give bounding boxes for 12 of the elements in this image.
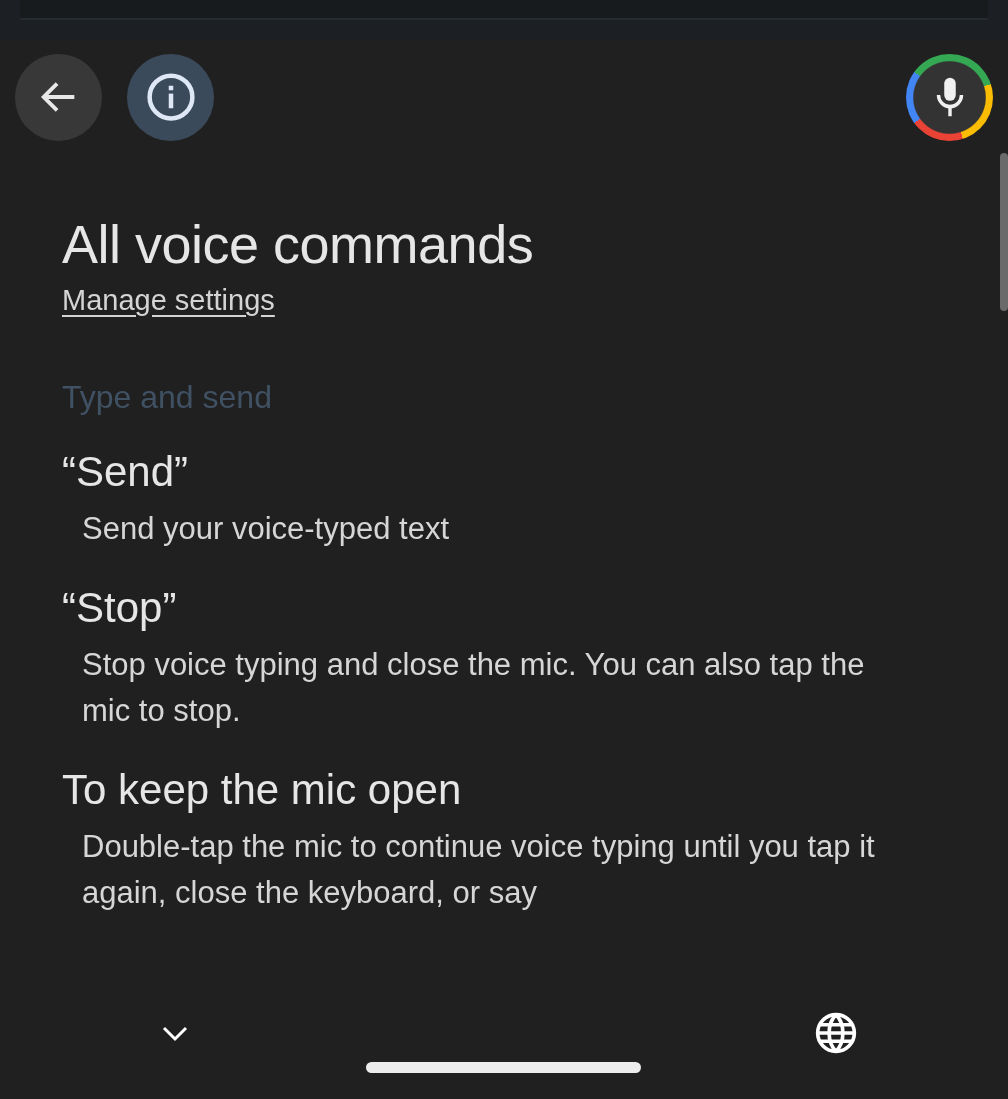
command-title: “Stop” <box>62 583 178 633</box>
section-heading: Type and send <box>62 379 273 416</box>
manage-settings-link[interactable]: Manage settings <box>62 284 275 317</box>
language-button[interactable] <box>814 1011 858 1055</box>
globe-icon <box>814 1011 858 1055</box>
page-title: All voice commands <box>62 213 535 276</box>
scrollbar[interactable] <box>1000 153 1008 311</box>
command-description: Stop voice typing and close the mic. You can also tap the mic to stop. <box>81 646 866 730</box>
command-description: Double-tap the mic to continue voice typing until you tap it again, close the keyboard, or say <box>81 828 876 912</box>
command-title: To keep the mic open <box>62 765 463 815</box>
command-title: “Send” <box>62 447 190 497</box>
command-description: Send your voice-typed text <box>81 510 451 548</box>
